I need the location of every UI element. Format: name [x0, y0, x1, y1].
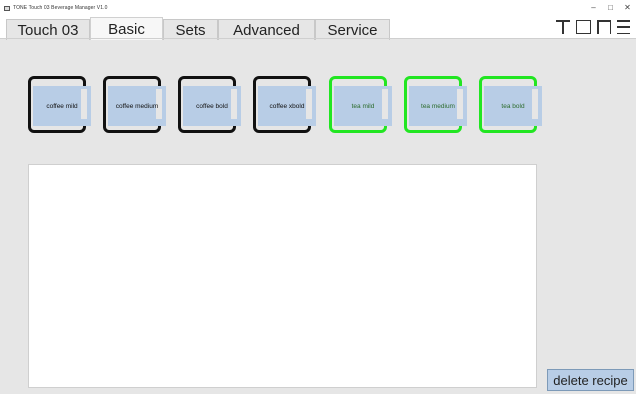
- close-icon[interactable]: ✕: [619, 1, 636, 15]
- recipe-label: coffee bold: [196, 102, 228, 110]
- tab-divider: [0, 38, 636, 39]
- logo-letter-o: [576, 20, 591, 34]
- tab-service[interactable]: Service: [315, 19, 390, 40]
- window-controls: – □ ✕: [585, 0, 636, 16]
- maximize-icon[interactable]: □: [602, 1, 619, 15]
- tab-basic[interactable]: Basic: [90, 17, 163, 40]
- window-titlebar: TONE Touch 03 Beverage Manager V1.0 – □ …: [0, 0, 636, 16]
- recipe-label: coffee mild: [46, 102, 78, 110]
- minimize-icon[interactable]: –: [585, 1, 602, 15]
- recipe-button-coffee-xbold[interactable]: coffee xbold: [253, 76, 316, 133]
- recipe-label: coffee medium: [115, 102, 159, 110]
- tab-touch-03[interactable]: Touch 03: [6, 19, 90, 40]
- recipe-button-tea-mild[interactable]: tea mild: [329, 76, 392, 133]
- recipe-button-coffee-medium[interactable]: coffee medium: [103, 76, 166, 133]
- tab-advanced[interactable]: Advanced: [218, 19, 315, 40]
- recipe-detail-panel: [28, 164, 537, 388]
- recipe-label: tea bold: [501, 102, 525, 110]
- recipe-button-coffee-mild[interactable]: coffee mild: [28, 76, 91, 133]
- app-icon: [4, 5, 10, 11]
- tab-sets[interactable]: Sets: [163, 19, 218, 40]
- recipe-button-tea-bold[interactable]: tea bold: [479, 76, 542, 133]
- logo-letter-n: [597, 20, 611, 34]
- recipe-button-tea-medium[interactable]: tea medium: [404, 76, 467, 133]
- logo-letter-e: [617, 20, 630, 34]
- window-title: TONE Touch 03 Beverage Manager V1.0: [13, 5, 108, 11]
- tone-logo: [556, 16, 630, 38]
- recipe-label: tea mild: [351, 102, 375, 110]
- recipe-button-coffee-bold[interactable]: coffee bold: [178, 76, 241, 133]
- logo-letter-t: [556, 20, 570, 34]
- tab-strip: Touch 03 Basic Sets Advanced Service: [0, 16, 636, 40]
- recipe-label: tea medium: [421, 102, 455, 110]
- delete-recipe-button[interactable]: delete recipe: [547, 369, 634, 391]
- recipe-label: coffee xbold: [269, 102, 305, 110]
